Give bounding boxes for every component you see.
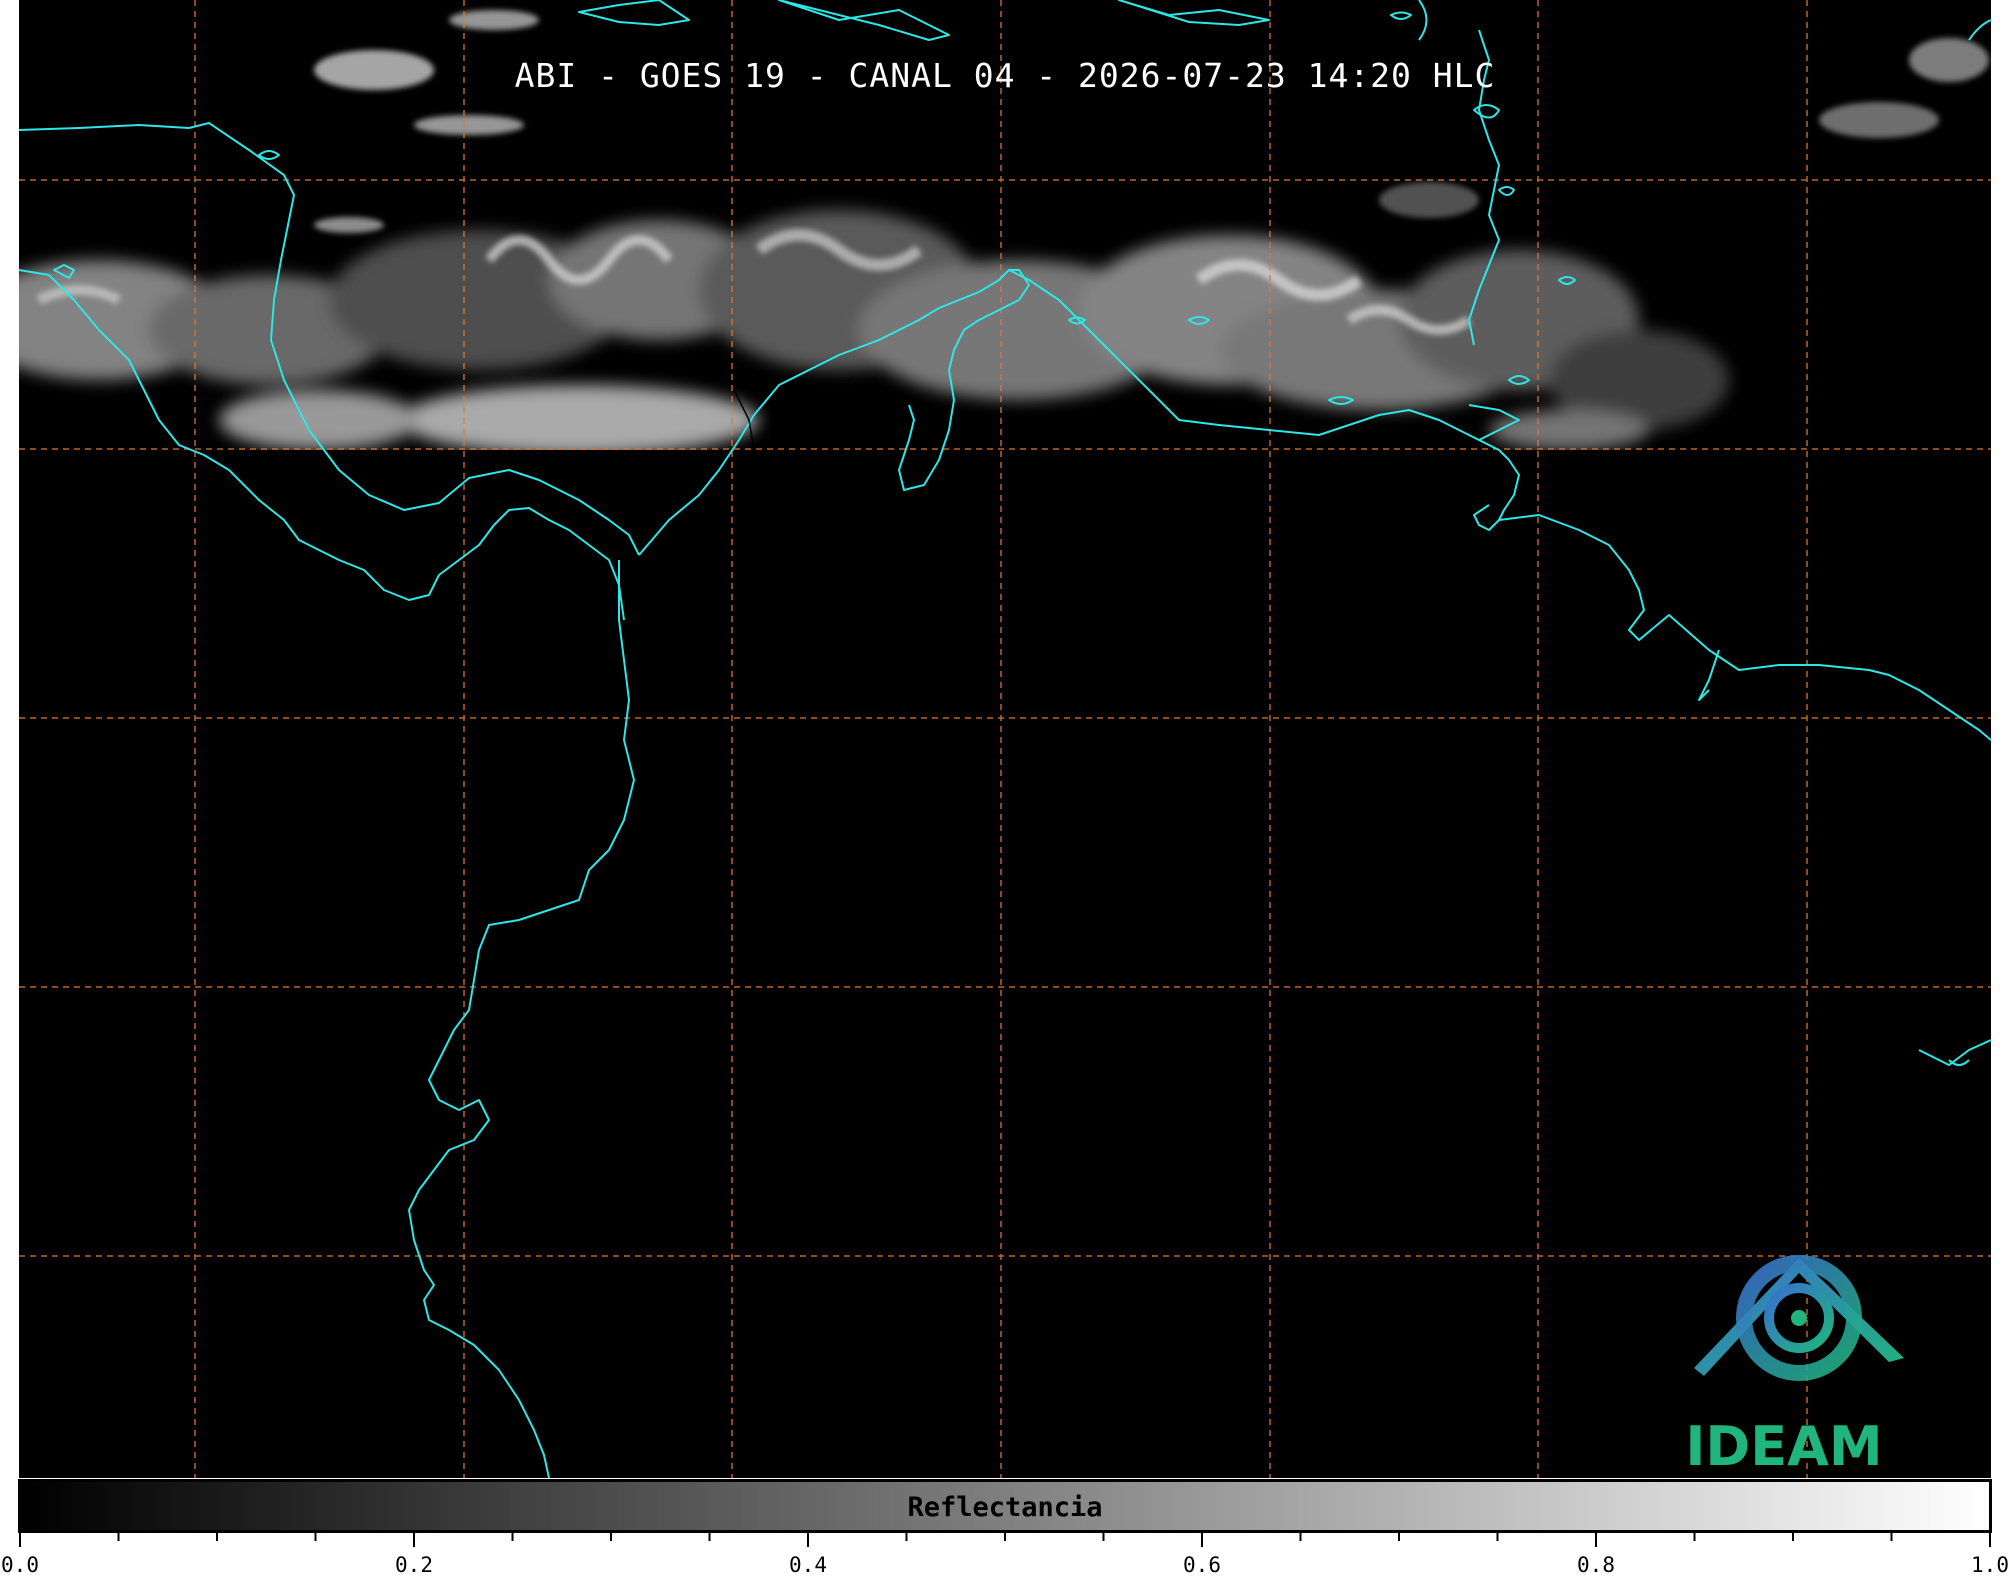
colorbar-label: Reflectancia bbox=[907, 1492, 1103, 1523]
satellite-map: ABI - GOES 19 - CANAL 04 - 2026-07-23 14… bbox=[19, 0, 1991, 1478]
colorbar-ticks bbox=[19, 1533, 1991, 1547]
tick-label-2: 0.4 bbox=[789, 1553, 827, 1577]
tick-label-4: 0.8 bbox=[1577, 1553, 1615, 1577]
north-clouds bbox=[314, 10, 1989, 233]
tick-label-3: 0.6 bbox=[1183, 1553, 1221, 1577]
ideam-logo: IDEAM bbox=[1664, 1250, 1904, 1478]
tick-label-0: 0.0 bbox=[1, 1553, 39, 1577]
image-title: ABI - GOES 19 - CANAL 04 - 2026-07-23 14… bbox=[514, 56, 1496, 95]
tick-label-5: 1.0 bbox=[1971, 1553, 2009, 1577]
logo-text: IDEAM bbox=[1685, 1415, 1883, 1478]
colorbar: Reflectancia bbox=[18, 1479, 1992, 1533]
tick-label-1: 0.2 bbox=[395, 1553, 433, 1577]
